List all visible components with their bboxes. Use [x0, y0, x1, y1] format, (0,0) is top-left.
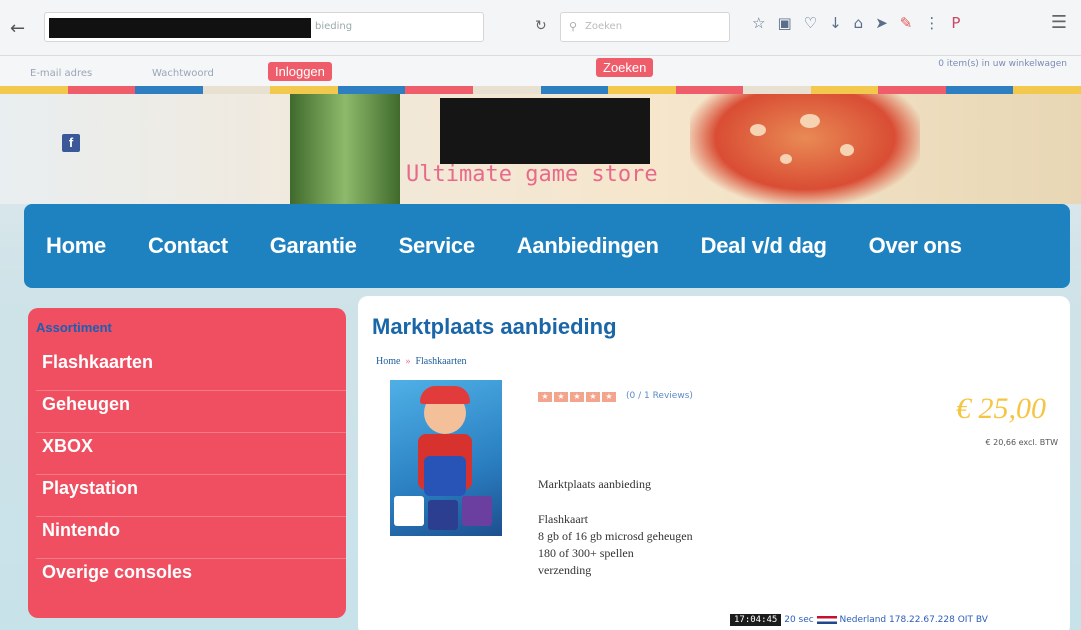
send-icon[interactable]: ➤ — [875, 14, 888, 32]
email-field[interactable]: E-mail adres — [30, 68, 92, 79]
address-bar[interactable]: bieding — [44, 12, 484, 42]
color-stripes — [0, 86, 1081, 94]
sidebar-item-playstation[interactable]: Playstation — [36, 475, 346, 517]
status-strip: 17:04:45 20 sec Nederland 178.22.67.228 … — [730, 614, 1081, 630]
pipe-graphic — [290, 94, 400, 204]
star-icon: ★ — [538, 392, 552, 402]
sidebar-item-nintendo[interactable]: Nintendo — [36, 517, 346, 559]
price-excl-tax: € 20,66 excl. BTW — [985, 438, 1058, 447]
password-field[interactable]: Wachtwoord — [152, 68, 214, 79]
facebook-icon[interactable]: f — [62, 134, 80, 152]
url-tail-text: bieding — [315, 21, 353, 32]
search-button[interactable]: Zoeken — [596, 58, 654, 77]
site: E-mail adres Wachtwoord Inloggen Zoeken … — [0, 56, 1081, 630]
site-topbar: E-mail adres Wachtwoord Inloggen Zoeken … — [0, 56, 1081, 94]
redacted-logo — [440, 98, 650, 164]
library-icon[interactable]: ▣ — [777, 14, 791, 32]
desc-line: 180 of 300+ spellen — [538, 546, 634, 560]
product-image[interactable] — [390, 380, 502, 536]
nav-service[interactable]: Service — [399, 233, 476, 259]
main-nav: Home Contact Garantie Service Aanbieding… — [24, 204, 1070, 288]
nav-contact[interactable]: Contact — [148, 233, 228, 259]
browser-search-placeholder: Zoeken — [585, 21, 623, 32]
home-icon[interactable]: ⌂ — [854, 14, 864, 32]
nav-deal[interactable]: Deal v/d dag — [701, 233, 827, 259]
star-icon: ★ — [602, 392, 616, 402]
nav-home[interactable]: Home — [46, 233, 106, 259]
status-text: 20 sec — [784, 615, 814, 625]
star-icon: ★ — [586, 392, 600, 402]
nav-garantie[interactable]: Garantie — [270, 233, 357, 259]
site-slogan: Ultimate game store — [406, 162, 658, 187]
page-title: Marktplaats aanbieding — [372, 314, 617, 339]
desc-title: Marktplaats aanbieding — [538, 477, 651, 491]
star-icon: ★ — [554, 392, 568, 402]
header-banner: Ultimate game store f — [0, 94, 1081, 204]
login-button[interactable]: Inloggen — [268, 62, 332, 81]
breadcrumb-home[interactable]: Home — [376, 356, 400, 367]
pen-icon[interactable]: ✎ — [900, 14, 913, 32]
tool-icon[interactable]: ⋮ — [924, 14, 939, 32]
cart-status[interactable]: 0 item(s) in uw winkelwagen — [938, 59, 1067, 69]
desc-line: Flashkaart — [538, 512, 588, 526]
sidebar-item-xbox[interactable]: XBOX — [36, 433, 346, 475]
product-price: € 25,00 — [956, 392, 1046, 425]
desc-line: verzending — [538, 563, 592, 577]
redacted-url — [49, 18, 311, 38]
reviews-link[interactable]: (0 / 1 Reviews) — [626, 391, 693, 401]
sidebar-title: Assortiment — [36, 320, 112, 335]
hamburger-menu-icon[interactable]: ☰ — [1051, 12, 1067, 33]
browser-search-input[interactable]: ⚲ Zoeken — [560, 12, 730, 42]
ip-text: 178.22.67.228 OIT BV — [889, 615, 988, 625]
category-sidebar: Assortiment Flashkaarten Geheugen XBOX P… — [28, 308, 346, 618]
sidebar-item-overige[interactable]: Overige consoles — [36, 559, 346, 601]
piranha-plant-graphic — [690, 94, 920, 204]
breadcrumb: Home» Flashkaarten — [376, 356, 467, 367]
star-rating: ★ ★ ★ ★ ★ — [538, 392, 616, 402]
browser-toolbar: ← bieding ↻ ⚲ Zoeken ☆ ▣ ♡ ↓ ⌂ ➤ ✎ ⋮ P ☰ — [0, 0, 1081, 56]
download-icon[interactable]: ↓ — [829, 14, 842, 32]
pocket-icon[interactable]: ♡ — [804, 14, 817, 32]
nav-over-ons[interactable]: Over ons — [869, 233, 962, 259]
back-arrow-icon[interactable]: ← — [10, 18, 25, 39]
star-icon: ★ — [570, 392, 584, 402]
clock: 17:04:45 — [730, 614, 782, 626]
sidebar-item-geheugen[interactable]: Geheugen — [36, 391, 346, 433]
nav-aanbiedingen[interactable]: Aanbiedingen — [517, 233, 659, 259]
product-description: Marktplaats aanbieding Flashkaart 8 gb o… — [538, 476, 693, 579]
breadcrumb-category[interactable]: Flashkaarten — [415, 356, 466, 367]
product-panel: Marktplaats aanbieding Home» Flashkaarten… — [358, 296, 1070, 630]
pinterest-icon[interactable]: P — [951, 14, 960, 32]
reload-icon[interactable]: ↻ — [535, 18, 547, 34]
desc-line: 8 gb of 16 gb microsd geheugen — [538, 529, 693, 543]
bookmark-star-icon[interactable]: ☆ — [752, 14, 765, 32]
sidebar-item-flashkaarten[interactable]: Flashkaarten — [36, 349, 346, 391]
search-icon: ⚲ — [569, 20, 578, 33]
browser-tools: ☆ ▣ ♡ ↓ ⌂ ➤ ✎ ⋮ P — [752, 14, 960, 32]
country-text: Nederland — [839, 615, 887, 625]
netherlands-flag-icon — [816, 615, 837, 624]
